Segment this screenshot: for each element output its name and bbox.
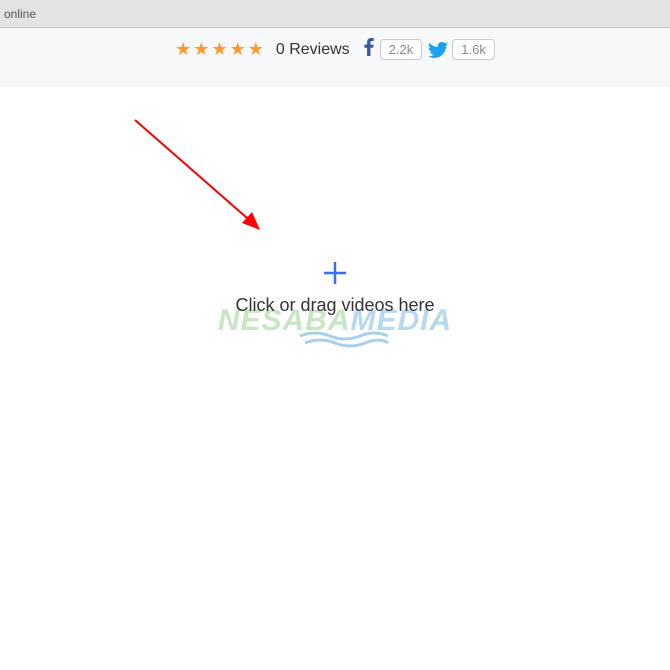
- video-dropzone[interactable]: Click or drag videos here: [0, 260, 670, 316]
- browser-tab-bar: online: [0, 0, 670, 28]
- twitter-icon: [428, 42, 448, 58]
- star-icon: ★: [248, 39, 264, 60]
- facebook-share[interactable]: 2.2k: [362, 38, 423, 61]
- reviews-count[interactable]: 0 Reviews: [276, 41, 350, 59]
- tab-title: online: [0, 7, 36, 21]
- star-icon: ★: [175, 39, 191, 60]
- facebook-icon: [362, 38, 376, 61]
- watermark-wave-icon: [0, 330, 670, 353]
- star-rating: ★ ★ ★ ★ ★: [175, 39, 264, 60]
- page-header: ★ ★ ★ ★ ★ 0 Reviews 2.2k 1.6k: [0, 28, 670, 86]
- star-icon: ★: [193, 39, 209, 60]
- annotation-arrow-icon: [130, 115, 280, 250]
- twitter-count: 1.6k: [452, 39, 495, 60]
- rating-row: ★ ★ ★ ★ ★ 0 Reviews 2.2k 1.6k: [0, 38, 670, 61]
- star-icon: ★: [211, 39, 227, 60]
- star-icon: ★: [230, 39, 246, 60]
- plus-icon: [322, 260, 348, 291]
- dropzone-prompt: Click or drag videos here: [0, 295, 670, 316]
- facebook-count: 2.2k: [380, 39, 423, 60]
- twitter-share[interactable]: 1.6k: [428, 39, 495, 60]
